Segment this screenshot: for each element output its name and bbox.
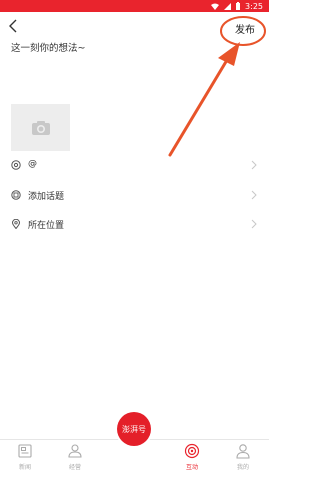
signal-icon <box>224 2 232 10</box>
chevron-right-icon <box>251 160 257 170</box>
center-publish-button[interactable]: 澎湃号 <box>117 412 151 446</box>
chevron-right-icon <box>251 190 257 200</box>
status-bar: 3:25 <box>0 0 269 12</box>
tab-interact[interactable]: 互动 <box>172 443 212 471</box>
status-time: 3:25 <box>245 1 263 11</box>
publish-button[interactable]: 发布 <box>235 21 255 36</box>
status-icons: 3:25 <box>211 0 263 12</box>
location-row[interactable]: 所在位置 <box>0 215 269 233</box>
news-icon <box>18 444 32 458</box>
tab-business[interactable]: 经营 <box>55 443 95 471</box>
chevron-right-icon <box>251 219 257 229</box>
at-icon <box>11 160 21 170</box>
add-topic-row[interactable]: 添加话题 <box>0 186 269 204</box>
interact-icon <box>184 443 200 459</box>
post-text-input[interactable]: 这一刻你的想法~ <box>11 40 85 54</box>
add-topic-label: 添加话题 <box>28 192 65 202</box>
annotation-arrow <box>168 16 266 157</box>
tab-business-label: 经营 <box>68 464 81 471</box>
battery-icon <box>236 2 241 10</box>
tab-news[interactable]: 新闻 <box>5 443 45 471</box>
wifi-icon <box>211 3 220 10</box>
tab-interact-label: 互动 <box>185 464 198 471</box>
add-photo-button[interactable] <box>11 104 70 151</box>
profile-icon <box>236 444 250 459</box>
topic-icon <box>11 190 21 200</box>
back-icon[interactable] <box>6 18 22 34</box>
tab-profile[interactable]: 我的 <box>223 443 263 471</box>
location-label: 所在位置 <box>28 221 65 231</box>
tab-profile-label: 我的 <box>236 464 249 471</box>
location-icon <box>11 219 21 229</box>
tab-news-label: 新闻 <box>18 464 31 471</box>
mention-row[interactable]: @ <box>0 156 269 174</box>
camera-icon <box>31 120 50 135</box>
mention-label: @ <box>28 159 37 169</box>
business-icon <box>68 444 82 458</box>
